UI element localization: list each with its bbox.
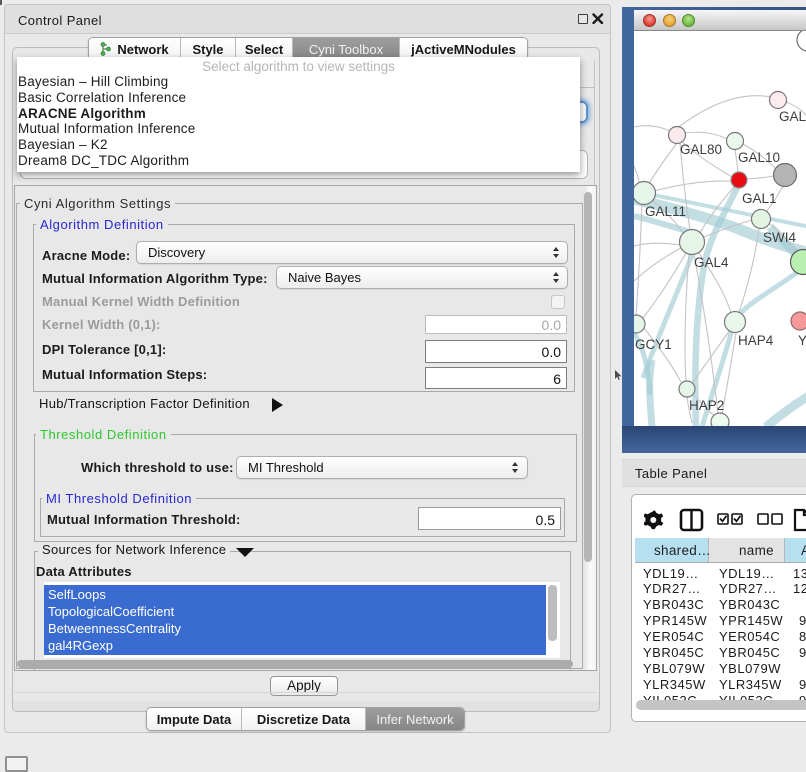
svg-text:GAL11: GAL11: [645, 204, 686, 219]
svg-text:GAL7: GAL7: [779, 109, 806, 124]
svg-text:GCY1: GCY1: [635, 337, 672, 352]
svg-text:HAP2: HAP2: [689, 398, 724, 413]
svg-text:GAL80: GAL80: [680, 142, 722, 157]
svg-text:Y: Y: [798, 333, 806, 348]
svg-text:GAL10: GAL10: [738, 150, 780, 165]
svg-text:SWI4: SWI4: [763, 230, 796, 245]
svg-text:GAL4: GAL4: [694, 255, 729, 270]
svg-text:GAL1: GAL1: [742, 191, 777, 206]
svg-text:HAP4: HAP4: [738, 333, 774, 348]
